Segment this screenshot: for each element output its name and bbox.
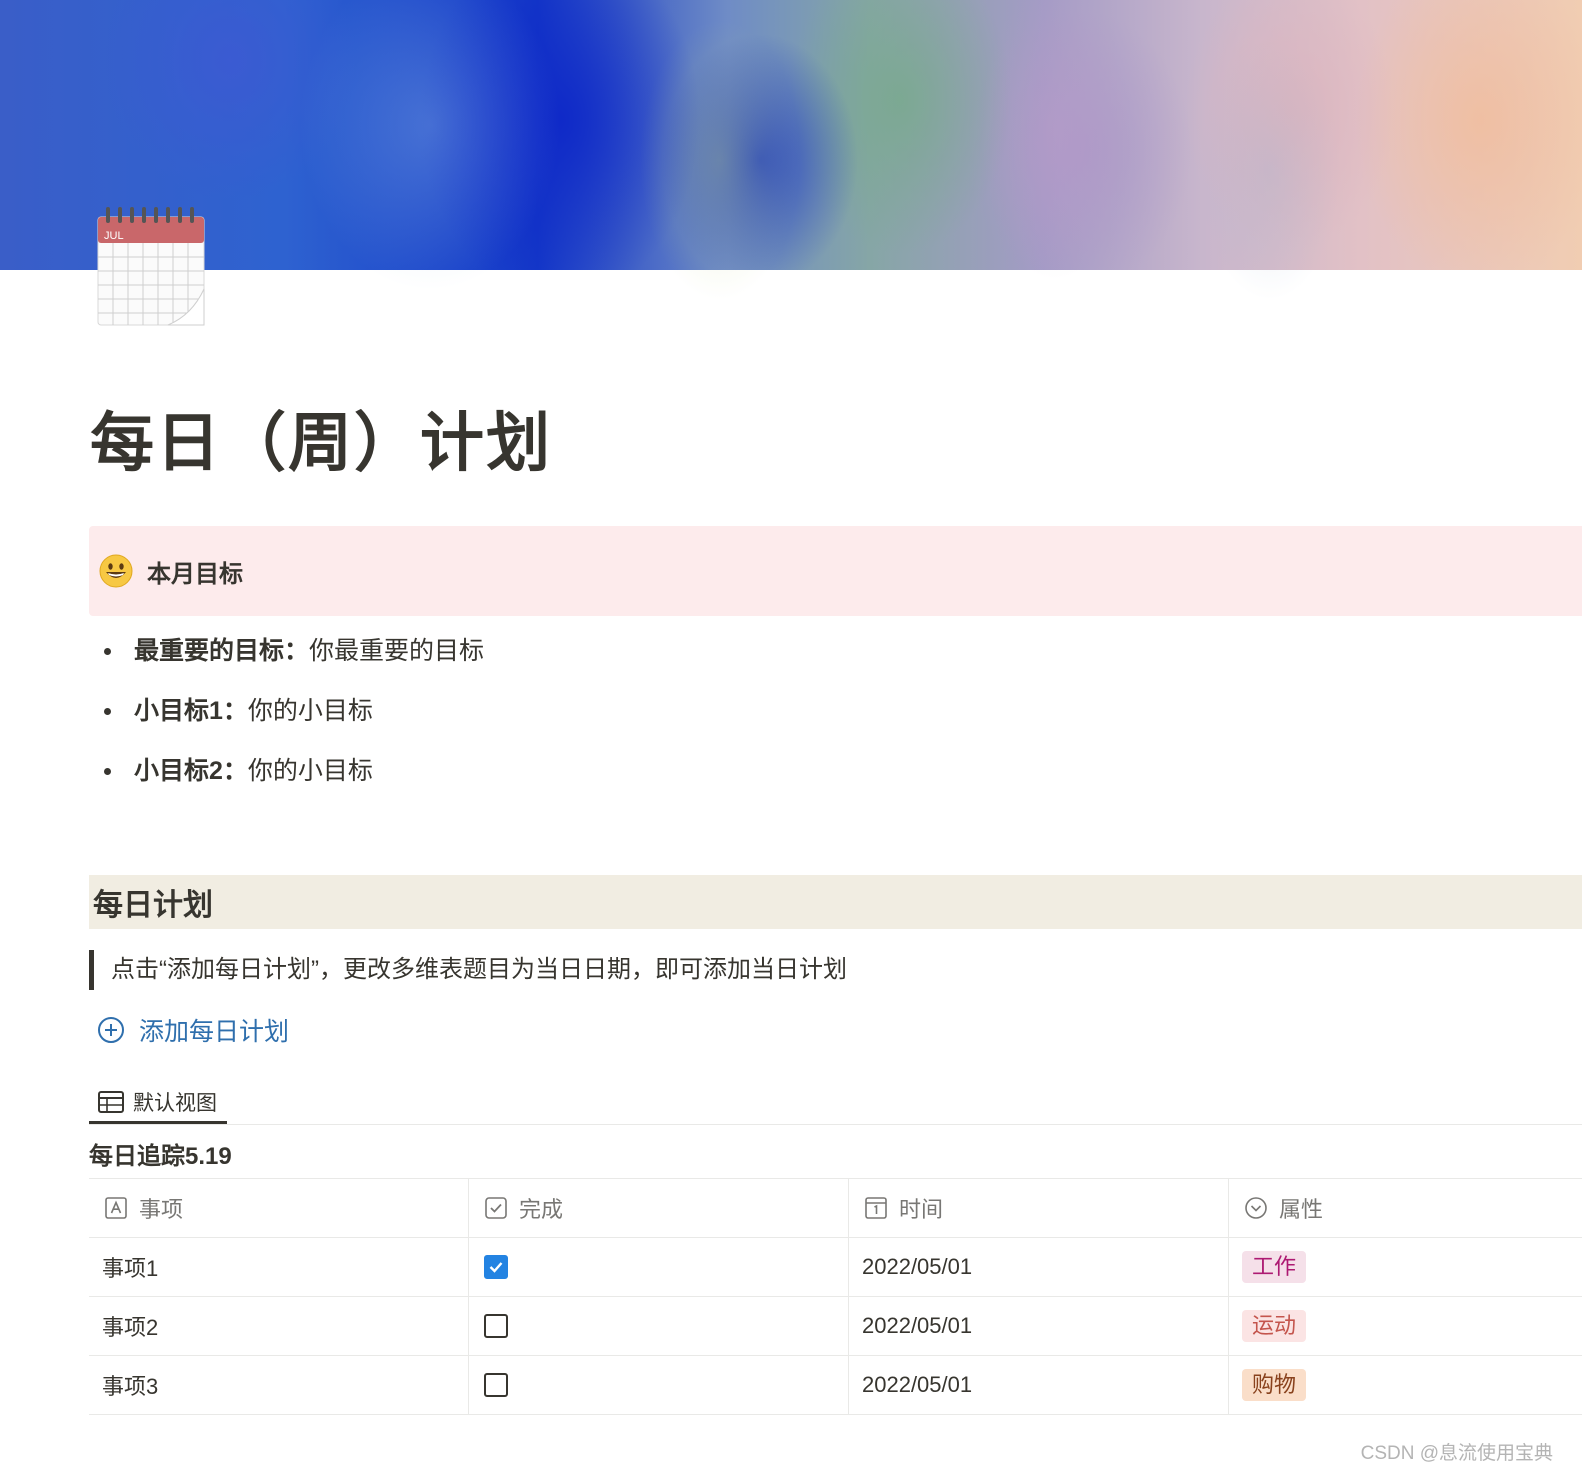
column-header-item[interactable]: 事项 xyxy=(89,1179,469,1237)
table-header-row: 事项 完成 时间 属性 xyxy=(89,1179,1582,1238)
column-header-attribute[interactable]: 属性 xyxy=(1229,1179,1582,1237)
checkbox-property-icon xyxy=(485,1197,507,1219)
list-item[interactable]: 小目标1：你的小目标 xyxy=(96,692,484,752)
goal-label: 小目标2： xyxy=(134,757,248,785)
date-cell[interactable]: 2022/05/01 xyxy=(849,1356,1229,1414)
plus-circle-icon xyxy=(98,1017,124,1043)
add-button-label: 添加每日计划 xyxy=(139,1018,290,1046)
attribute-cell[interactable]: 运动 xyxy=(1229,1297,1582,1355)
date-cell[interactable]: 2022/05/01 xyxy=(849,1297,1229,1355)
column-header-done[interactable]: 完成 xyxy=(469,1179,849,1237)
calendar-icon[interactable]: JUL xyxy=(96,205,206,327)
database-title[interactable]: 每日追踪5.19 xyxy=(89,1136,232,1171)
grinning-face-icon[interactable] xyxy=(99,554,133,588)
goal-value: 你最重要的目标 xyxy=(309,637,485,665)
table-row[interactable]: 事项3 2022/05/01 购物 xyxy=(89,1356,1582,1415)
goals-callout: 本月目标 xyxy=(89,526,1582,616)
done-cell xyxy=(469,1356,849,1414)
column-label: 完成 xyxy=(519,1197,564,1222)
table-row[interactable]: 事项2 2022/05/01 运动 xyxy=(89,1297,1582,1356)
done-checkbox[interactable] xyxy=(484,1314,508,1338)
goal-value: 你的小目标 xyxy=(247,697,373,725)
tag-shopping: 购物 xyxy=(1242,1369,1307,1401)
goal-label: 最重要的目标： xyxy=(134,637,310,665)
instruction-quote[interactable]: 点击“添加每日计划”，更改多维表题目为当日日期，即可添加当日计划 xyxy=(89,950,847,990)
watermark: CSDN @息流使用宝典 xyxy=(1360,1443,1553,1464)
page-title[interactable]: 每日（周）计划 xyxy=(90,392,552,484)
daily-tracking-table: 事项 完成 时间 属性 事项1 2022/05/01 工作 事项2 2022/0… xyxy=(89,1178,1582,1415)
column-label: 属性 xyxy=(1279,1197,1324,1222)
goals-list: 最重要的目标：你最重要的目标 小目标1：你的小目标 小目标2：你的小目标 xyxy=(96,632,484,812)
column-label: 时间 xyxy=(899,1197,944,1222)
done-cell xyxy=(469,1238,849,1296)
table-view-icon xyxy=(98,1090,124,1113)
calendar-month-label: JUL xyxy=(104,230,124,242)
tag-exercise: 运动 xyxy=(1242,1310,1307,1342)
attribute-cell[interactable]: 购物 xyxy=(1229,1356,1582,1414)
callout-text: 本月目标 xyxy=(147,560,243,588)
table-row[interactable]: 事项1 2022/05/01 工作 xyxy=(89,1238,1582,1297)
add-daily-plan-button[interactable]: 添加每日计划 xyxy=(97,1012,289,1048)
view-divider xyxy=(89,1124,1582,1125)
item-cell[interactable]: 事项1 xyxy=(89,1238,469,1296)
heading-text[interactable]: 每日计划 xyxy=(93,880,213,924)
check-icon xyxy=(489,1262,503,1273)
tab-label: 默认视图 xyxy=(133,1091,217,1115)
item-cell[interactable]: 事项3 xyxy=(89,1356,469,1414)
item-cell[interactable]: 事项2 xyxy=(89,1297,469,1355)
attribute-cell[interactable]: 工作 xyxy=(1229,1238,1582,1296)
daily-plan-heading: 每日计划 xyxy=(89,875,1582,929)
page-cover[interactable] xyxy=(0,0,1582,300)
tag-work: 工作 xyxy=(1242,1251,1307,1283)
goal-value: 你的小目标 xyxy=(247,757,373,785)
list-item[interactable]: 小目标2：你的小目标 xyxy=(96,752,484,812)
date-property-icon xyxy=(865,1197,887,1219)
date-cell[interactable]: 2022/05/01 xyxy=(849,1238,1229,1296)
column-label: 事项 xyxy=(139,1197,184,1222)
select-property-icon xyxy=(1245,1197,1267,1219)
column-header-time[interactable]: 时间 xyxy=(849,1179,1229,1237)
done-checkbox[interactable] xyxy=(484,1373,508,1397)
goal-label: 小目标1： xyxy=(134,697,248,725)
tab-default-view[interactable]: 默认视图 xyxy=(89,1082,227,1124)
list-item[interactable]: 最重要的目标：你最重要的目标 xyxy=(96,632,484,692)
done-checkbox[interactable] xyxy=(484,1255,508,1279)
done-cell xyxy=(469,1297,849,1355)
text-property-icon xyxy=(105,1197,127,1219)
